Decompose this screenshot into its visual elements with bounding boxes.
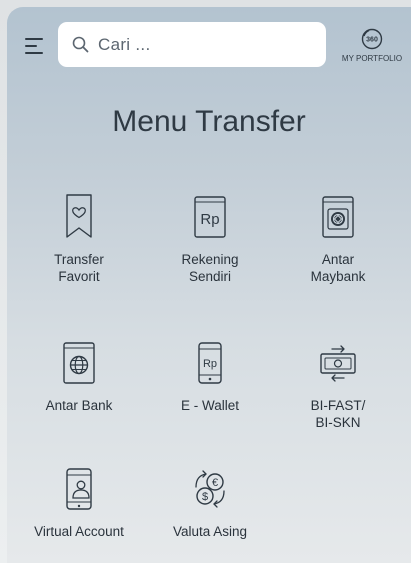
virtual-account-label: Virtual Account bbox=[34, 524, 124, 539]
svg-text:Rp: Rp bbox=[203, 358, 217, 370]
valuta-asing-label: Valuta Asing bbox=[172, 524, 248, 539]
valuta-asing-button[interactable]: € $ Valuta Asing bbox=[160, 465, 260, 540]
phone-user-icon bbox=[66, 468, 92, 510]
e-wallet-button[interactable]: Rp E - Wallet bbox=[160, 339, 260, 414]
search-input[interactable]: Cari ... bbox=[58, 22, 326, 67]
transfer-favorit-label-1: Transfer bbox=[54, 252, 104, 267]
bi-fast-label-2: BI-SKN bbox=[315, 415, 361, 430]
portfolio-360-icon: 360 bbox=[361, 28, 383, 50]
maybank-book-icon bbox=[322, 196, 354, 238]
page-title: Menu Transfer bbox=[112, 105, 306, 138]
top-bar: Cari ... 360 MY PORTFOLIO bbox=[7, 7, 411, 67]
search-icon bbox=[72, 36, 89, 53]
menu-icon[interactable] bbox=[25, 37, 43, 55]
rekening-sendiri-label-1: Rekening bbox=[181, 252, 239, 267]
bookmark-heart-icon bbox=[66, 194, 92, 238]
virtual-account-button[interactable]: Virtual Account bbox=[29, 465, 129, 540]
currency-exchange-icon: € $ bbox=[195, 470, 225, 508]
transfer-menu-screen: Cari ... 360 MY PORTFOLIO Menu Transfer … bbox=[7, 7, 411, 563]
transfer-favorit-label-2: Favorit bbox=[58, 269, 100, 284]
svg-text:$: $ bbox=[202, 491, 208, 503]
antar-maybank-label-1: Antar bbox=[321, 252, 355, 267]
svg-text:€: € bbox=[212, 477, 218, 489]
antar-maybank-button[interactable]: Antar Maybank bbox=[288, 193, 388, 285]
antar-bank-button[interactable]: Antar Bank bbox=[29, 339, 129, 414]
transfer-favorit-button[interactable]: Transfer Favorit bbox=[29, 193, 129, 285]
banknote-transfer-icon bbox=[320, 345, 356, 382]
globe-book-icon bbox=[63, 342, 95, 384]
my-portfolio-button[interactable]: 360 MY PORTFOLIO bbox=[335, 28, 409, 63]
rupiah-book-icon: Rp bbox=[194, 196, 226, 238]
svg-text:Rp: Rp bbox=[200, 211, 219, 228]
bi-fast-label-1: BI-FAST/ bbox=[310, 398, 366, 413]
bi-fast-bi-skn-button[interactable]: BI-FAST/ BI-SKN bbox=[288, 339, 388, 431]
rekening-sendiri-button[interactable]: Rp Rekening Sendiri bbox=[160, 193, 260, 285]
portfolio-badge-text: 360 bbox=[366, 37, 378, 44]
antar-maybank-label-2: Maybank bbox=[310, 269, 366, 284]
portfolio-label: MY PORTFOLIO bbox=[341, 54, 403, 63]
rekening-sendiri-label-2: Sendiri bbox=[188, 269, 232, 284]
rupiah-phone-icon: Rp bbox=[198, 342, 222, 384]
search-placeholder: Cari ... bbox=[98, 34, 151, 54]
antar-bank-label: Antar Bank bbox=[45, 398, 113, 413]
e-wallet-label: E - Wallet bbox=[180, 398, 239, 413]
